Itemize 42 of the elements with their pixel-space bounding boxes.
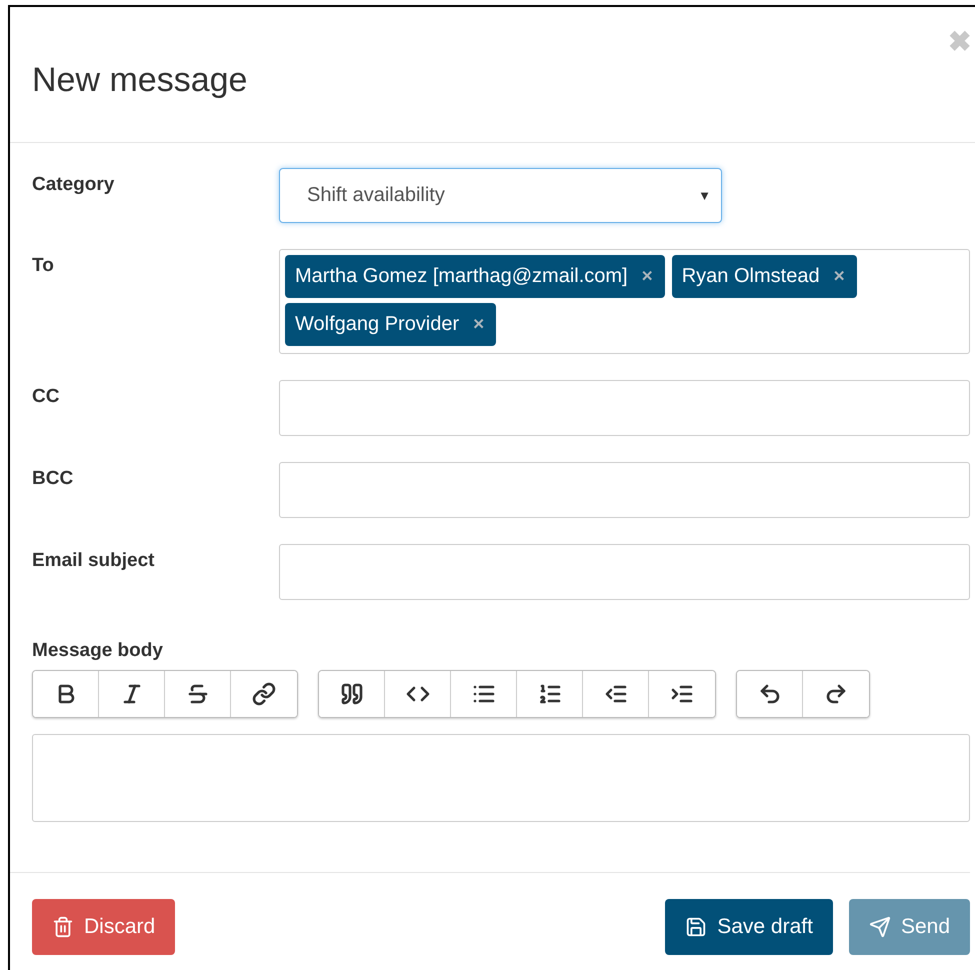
remove-tag-button[interactable]: ×: [642, 266, 653, 288]
message-body-field[interactable]: [32, 734, 970, 822]
numbered-list-button[interactable]: [517, 671, 583, 717]
redo-button[interactable]: [803, 671, 869, 717]
tag-text: Wolfgang Provider: [295, 313, 460, 336]
numbered-list-icon: [538, 682, 562, 706]
undo-icon: [758, 682, 782, 706]
strikethrough-button[interactable]: [165, 671, 231, 717]
link-button[interactable]: [231, 671, 297, 717]
undo-button[interactable]: [737, 671, 803, 717]
field-label: CC: [32, 385, 60, 408]
outdent-button[interactable]: [583, 671, 649, 717]
input-field[interactable]: [279, 544, 970, 600]
field-label: Email subject: [32, 549, 156, 572]
dialog-title: New message: [32, 61, 248, 100]
remove-tag-button[interactable]: ×: [834, 266, 845, 288]
trash-icon: [52, 916, 74, 938]
save-button[interactable]: Save draft: [665, 899, 833, 955]
input-field[interactable]: [279, 380, 970, 436]
field-label: Message body: [32, 640, 164, 662]
bold-button[interactable]: [33, 671, 99, 717]
quote-icon: [340, 682, 364, 706]
strikethrough-icon: [186, 682, 210, 706]
paper-plane-icon: [868, 916, 891, 938]
indent-button[interactable]: [649, 671, 715, 717]
bulleted-list-button[interactable]: [451, 671, 517, 717]
redo-icon: [824, 682, 848, 706]
italic-button[interactable]: [99, 671, 165, 717]
code-button[interactable]: [385, 671, 451, 717]
caret-icon: ▼: [698, 188, 711, 203]
tag-text: Martha Gomez [marthag@zmail.com]: [295, 265, 628, 288]
category-select[interactable]: Shift availability ▼: [279, 168, 722, 223]
tag-text: Ryan Olmstead: [682, 265, 820, 288]
link-icon: [252, 682, 276, 706]
field-label: BCC: [32, 467, 74, 490]
recipients-field[interactable]: Martha Gomez [marthag@zmail.com] × Ryan Olmstead × Wolfgang Provider ×: [279, 249, 970, 354]
discard-button[interactable]: Discard: [32, 899, 176, 955]
remove-tag-button[interactable]: ×: [473, 314, 484, 336]
field-label: Category: [32, 173, 116, 196]
quote-button[interactable]: [319, 671, 385, 717]
field-label: To: [32, 254, 55, 277]
input-field[interactable]: [279, 462, 970, 518]
